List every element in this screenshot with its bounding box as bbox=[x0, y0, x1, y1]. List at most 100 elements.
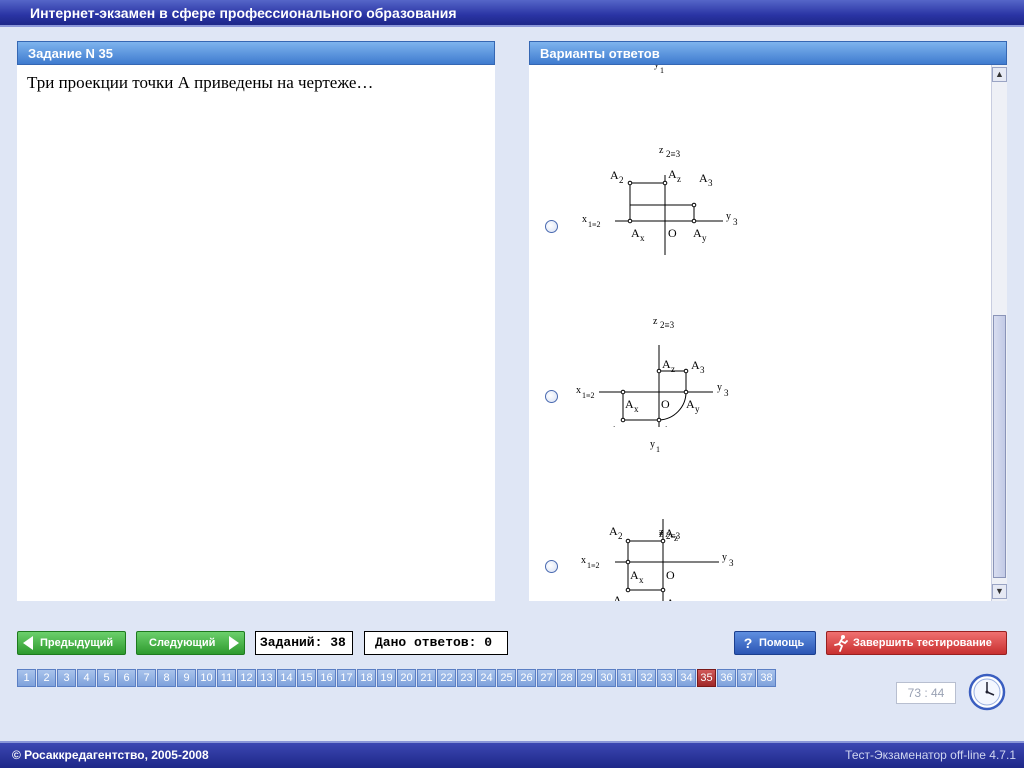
answer-radio-3[interactable] bbox=[545, 560, 558, 573]
axis-y-label: y bbox=[654, 65, 659, 70]
question-number-button[interactable]: 10 bbox=[197, 669, 216, 687]
answer-variant-1[interactable]: z 2≡3 A 2 A z A 3 x 1≡2 y 3 A x O A y y … bbox=[529, 105, 989, 255]
question-number-button[interactable]: 23 bbox=[457, 669, 476, 687]
answer-radio-2[interactable] bbox=[545, 390, 558, 403]
svg-text:x: x bbox=[634, 404, 639, 414]
svg-text:3: 3 bbox=[708, 178, 713, 188]
scroll-thumb[interactable] bbox=[993, 315, 1006, 578]
svg-text:y: y bbox=[717, 382, 722, 393]
svg-text:y: y bbox=[726, 211, 731, 222]
svg-text:x: x bbox=[576, 385, 581, 396]
svg-text:A: A bbox=[625, 397, 634, 411]
question-number-button[interactable]: 38 bbox=[757, 669, 776, 687]
question-number-button[interactable]: 27 bbox=[537, 669, 556, 687]
scroll-down-button[interactable]: ▼ bbox=[992, 584, 1007, 599]
question-number-button[interactable]: 25 bbox=[497, 669, 516, 687]
question-number-button[interactable]: 2 bbox=[37, 669, 56, 687]
question-number-button[interactable]: 11 bbox=[217, 669, 236, 687]
next-button-label: Следующий bbox=[149, 637, 216, 649]
question-number-button[interactable]: 30 bbox=[597, 669, 616, 687]
question-number-button[interactable]: 3 bbox=[57, 669, 76, 687]
timer-display: 73 : 44 bbox=[896, 682, 956, 704]
scroll-up-button[interactable]: ▲ bbox=[992, 67, 1007, 82]
question-number-button[interactable]: 31 bbox=[617, 669, 636, 687]
svg-text:z: z bbox=[677, 174, 681, 184]
help-button[interactable]: ? Помощь bbox=[734, 631, 816, 655]
question-number-button[interactable]: 18 bbox=[357, 669, 376, 687]
svg-text:1≡2: 1≡2 bbox=[588, 220, 601, 229]
svg-text:3: 3 bbox=[729, 558, 734, 568]
prev-button[interactable]: Предыдущий bbox=[17, 631, 126, 655]
question-number-button[interactable]: 20 bbox=[397, 669, 416, 687]
svg-text:1≡2: 1≡2 bbox=[587, 561, 600, 570]
task-panel-header: Задание N 35 bbox=[17, 41, 495, 65]
question-number-button[interactable]: 13 bbox=[257, 669, 276, 687]
arrow-right-icon bbox=[229, 636, 239, 650]
question-number-button[interactable]: 28 bbox=[557, 669, 576, 687]
svg-text:y: y bbox=[702, 233, 707, 243]
svg-text:A: A bbox=[630, 568, 639, 582]
question-number-button[interactable]: 5 bbox=[97, 669, 116, 687]
question-number-button[interactable]: 36 bbox=[717, 669, 736, 687]
svg-text:y: y bbox=[695, 404, 700, 414]
question-number-button[interactable]: 34 bbox=[677, 669, 696, 687]
svg-text:A: A bbox=[631, 226, 640, 240]
running-man-icon bbox=[834, 635, 848, 652]
answers-scroll-area[interactable]: y 1 z 2≡3 A 2 A z A 3 x 1≡2 y 3 A x O A … bbox=[529, 65, 991, 601]
previous-variant-tail: y 1 bbox=[654, 65, 664, 75]
question-number-button[interactable]: 7 bbox=[137, 669, 156, 687]
question-number-button[interactable]: 29 bbox=[577, 669, 596, 687]
question-number-button[interactable]: 35 bbox=[697, 669, 716, 687]
question-number-button[interactable]: 24 bbox=[477, 669, 496, 687]
svg-text:A: A bbox=[610, 168, 619, 182]
svg-text:3: 3 bbox=[733, 217, 738, 227]
svg-text:x: x bbox=[640, 233, 645, 243]
svg-text:A: A bbox=[668, 167, 677, 181]
svg-text:A: A bbox=[699, 171, 708, 185]
prev-button-label: Предыдущий bbox=[40, 637, 114, 649]
question-number-button[interactable]: 33 bbox=[657, 669, 676, 687]
question-number-button[interactable]: 9 bbox=[177, 669, 196, 687]
svg-text:2: 2 bbox=[619, 175, 624, 185]
answer-radio-1[interactable] bbox=[545, 220, 558, 233]
svg-text:3: 3 bbox=[724, 388, 729, 398]
variant-3-z-label: z 2≡3 bbox=[659, 527, 681, 541]
svg-text:z: z bbox=[659, 145, 664, 156]
copyright-text: © Росаккредагентство, 2005-2008 bbox=[12, 748, 209, 762]
svg-text:O: O bbox=[666, 568, 675, 582]
svg-text:z: z bbox=[671, 364, 675, 374]
question-number-button[interactable]: 1 bbox=[17, 669, 36, 687]
question-number-button[interactable]: 6 bbox=[117, 669, 136, 687]
answers-scrollbar[interactable]: ▲ ▼ bbox=[991, 65, 1007, 601]
question-number-button[interactable]: 21 bbox=[417, 669, 436, 687]
version-text: Тест-Экзаменатор off-line 4.7.1 bbox=[845, 748, 1016, 762]
question-number-button[interactable]: 22 bbox=[437, 669, 456, 687]
svg-text:A: A bbox=[610, 423, 619, 427]
answers-panel: Варианты ответов y 1 z 2≡3 A 2 A z A 3 x… bbox=[529, 41, 1007, 601]
svg-text:A: A bbox=[691, 358, 700, 372]
question-number-button[interactable]: 4 bbox=[77, 669, 96, 687]
answers-given-count: Дано ответов: 0 bbox=[364, 631, 508, 655]
svg-text:A: A bbox=[613, 593, 622, 601]
finish-button[interactable]: Завершить тестирование bbox=[826, 631, 1007, 655]
question-number-button[interactable]: 16 bbox=[317, 669, 336, 687]
question-number-button[interactable]: 17 bbox=[337, 669, 356, 687]
projection-drawing-2: z 2≡3 A z A 3 x 1≡2 y 3 A x O A y A 1 A … bbox=[576, 316, 729, 427]
svg-text:1≡2: 1≡2 bbox=[582, 391, 595, 400]
app-title-bar: Интернет-экзамен в сфере профессионально… bbox=[0, 0, 1024, 27]
next-button[interactable]: Следующий bbox=[136, 631, 245, 655]
answer-variant-2[interactable]: z 2≡3 A z A 3 x 1≡2 y 3 A x O A y A 1 A … bbox=[529, 277, 989, 427]
question-number-button[interactable]: 19 bbox=[377, 669, 396, 687]
question-number-button[interactable]: 14 bbox=[277, 669, 296, 687]
question-number-button[interactable]: 12 bbox=[237, 669, 256, 687]
question-number-button[interactable]: 37 bbox=[737, 669, 756, 687]
svg-text:x: x bbox=[582, 214, 587, 225]
svg-text:O: O bbox=[668, 226, 677, 240]
svg-text:z: z bbox=[659, 527, 664, 538]
question-number-button[interactable]: 32 bbox=[637, 669, 656, 687]
question-number-button[interactable]: 15 bbox=[297, 669, 316, 687]
question-number-button[interactable]: 26 bbox=[517, 669, 536, 687]
question-number-button[interactable]: 8 bbox=[157, 669, 176, 687]
help-button-label: Помощь bbox=[759, 637, 805, 649]
svg-text:y: y bbox=[722, 552, 727, 563]
